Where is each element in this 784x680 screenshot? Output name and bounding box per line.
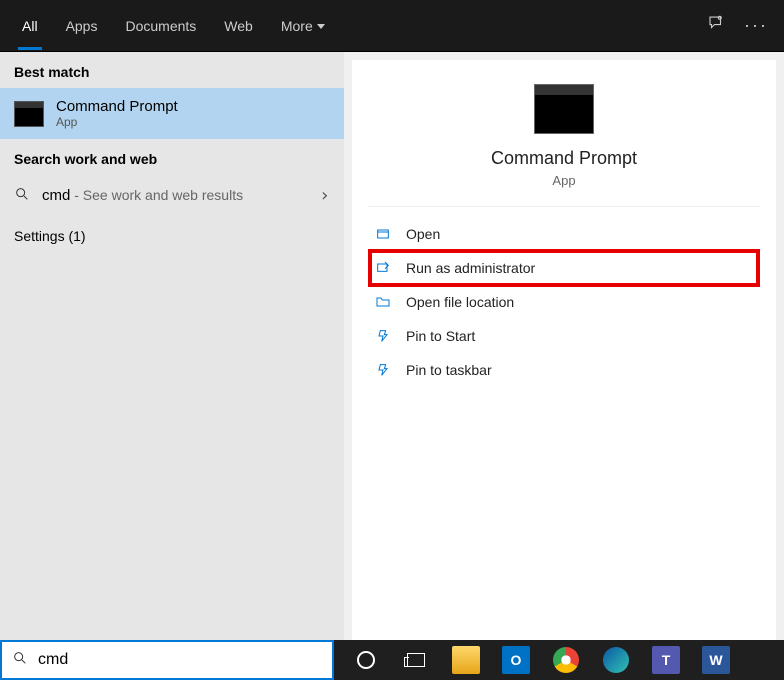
- action-run-as-administrator[interactable]: Run as administrator: [370, 251, 758, 285]
- tab-all[interactable]: All: [8, 2, 52, 50]
- action-pin-to-start[interactable]: Pin to Start: [352, 319, 776, 353]
- word-icon[interactable]: W: [694, 640, 738, 680]
- action-pin-taskbar-label: Pin to taskbar: [406, 362, 492, 378]
- settings-group[interactable]: Settings (1): [0, 216, 344, 256]
- search-work-web-header: Search work and web: [0, 139, 344, 175]
- tab-web[interactable]: Web: [210, 2, 267, 50]
- action-open-file-location[interactable]: Open file location: [352, 285, 776, 319]
- web-search-suggestion[interactable]: cmd - See work and web results ›: [0, 175, 344, 216]
- action-run-admin-label: Run as administrator: [406, 260, 535, 276]
- tab-documents[interactable]: Documents: [111, 2, 210, 50]
- file-explorer-icon[interactable]: [444, 640, 488, 680]
- search-filter-tabs: All Apps Documents Web More ···: [0, 0, 784, 52]
- admin-icon: [374, 259, 392, 277]
- best-match-title: Command Prompt: [56, 98, 178, 115]
- teams-icon[interactable]: T: [644, 640, 688, 680]
- preview-title: Command Prompt: [491, 148, 637, 169]
- search-box[interactable]: [0, 640, 334, 680]
- pin-start-icon: [374, 327, 392, 345]
- more-options-icon[interactable]: ···: [736, 15, 776, 36]
- tab-apps[interactable]: Apps: [52, 2, 112, 50]
- cortana-icon[interactable]: [344, 640, 388, 680]
- chrome-icon[interactable]: [544, 640, 588, 680]
- action-open[interactable]: Open: [352, 217, 776, 251]
- action-pin-to-taskbar[interactable]: Pin to taskbar: [352, 353, 776, 387]
- best-match-header: Best match: [0, 52, 344, 88]
- action-open-location-label: Open file location: [406, 294, 514, 310]
- best-match-subtitle: App: [56, 115, 178, 129]
- preview-pane: Command Prompt App Open Run as administr…: [352, 60, 776, 640]
- action-pin-start-label: Pin to Start: [406, 328, 475, 344]
- results-pane: Best match Command Prompt App Search wor…: [0, 52, 344, 640]
- folder-icon: [374, 293, 392, 311]
- chevron-right-icon: ›: [319, 185, 330, 206]
- action-open-label: Open: [406, 226, 440, 242]
- search-input[interactable]: [38, 651, 322, 669]
- suggest-term: cmd: [42, 187, 70, 204]
- edge-icon[interactable]: [594, 640, 638, 680]
- tab-more[interactable]: More: [267, 2, 339, 50]
- outlook-icon[interactable]: O: [494, 640, 538, 680]
- feedback-icon[interactable]: [696, 14, 736, 37]
- best-match-item[interactable]: Command Prompt App: [0, 88, 344, 139]
- preview-subtitle: App: [552, 173, 575, 188]
- chevron-down-icon: [317, 24, 325, 29]
- pin-taskbar-icon: [374, 361, 392, 379]
- search-icon: [12, 650, 28, 671]
- command-prompt-icon-large: [534, 84, 594, 134]
- suggest-hint: - See work and web results: [70, 187, 243, 203]
- open-icon: [374, 225, 392, 243]
- task-view-icon[interactable]: [394, 640, 438, 680]
- search-icon: [14, 186, 30, 206]
- command-prompt-icon: [14, 101, 44, 127]
